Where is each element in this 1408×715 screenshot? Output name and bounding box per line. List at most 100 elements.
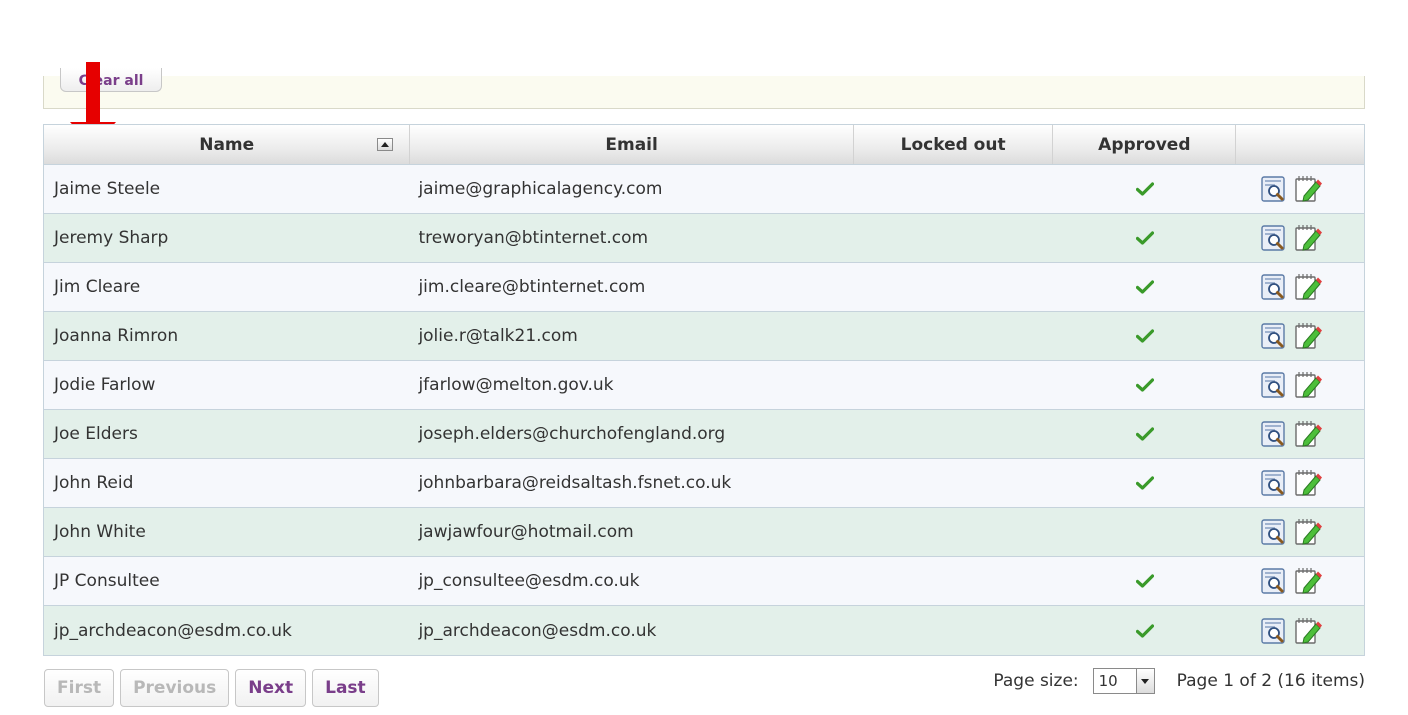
column-header-locked-out-label: Locked out [900, 134, 1006, 155]
check-icon [1135, 182, 1154, 196]
cell-name: JP Consultee [54, 571, 160, 591]
view-details-icon[interactable] [1260, 174, 1288, 204]
last-page-button[interactable]: Last [312, 669, 379, 707]
view-details-icon[interactable] [1260, 566, 1288, 596]
cell-actions [1236, 557, 1364, 605]
column-header-email-label: Email [605, 134, 658, 155]
cell-email: jim.cleare@btinternet.com [418, 277, 646, 297]
column-header-approved[interactable]: Approved [1053, 125, 1237, 164]
cell-actions [1236, 263, 1364, 311]
cell-email: johnbarbara@reidsaltash.fsnet.co.uk [418, 473, 732, 493]
edit-icon[interactable] [1294, 616, 1323, 646]
cell-locked-out [854, 312, 1054, 360]
cell-approved [1053, 508, 1236, 556]
view-details-icon[interactable] [1260, 370, 1288, 400]
cell-actions [1236, 361, 1364, 409]
table-row[interactable]: Joe Elders joseph.elders@churchofengland.… [44, 410, 1364, 459]
column-header-actions [1236, 125, 1364, 164]
cell-approved [1053, 557, 1236, 605]
column-header-name[interactable]: Name [44, 125, 411, 164]
cell-locked-out [854, 214, 1054, 262]
users-grid: Name Email Locked out Approved Jaime Ste… [43, 124, 1365, 656]
cell-email: jaime@graphicalagency.com [418, 179, 663, 199]
column-header-email[interactable]: Email [410, 125, 854, 164]
table-row[interactable]: Joanna Rimron jolie.r@talk21.com [44, 312, 1364, 361]
cell-email: treworyan@btinternet.com [418, 228, 649, 248]
cell-actions [1236, 459, 1364, 507]
edit-icon[interactable] [1294, 321, 1323, 351]
next-page-button[interactable]: Next [235, 669, 307, 707]
check-icon [1135, 378, 1154, 392]
cell-actions [1236, 312, 1364, 360]
table-row[interactable]: jp_archdeacon@esdm.co.uk jp_archdeacon@es… [44, 606, 1364, 655]
cell-email: jfarlow@melton.gov.uk [418, 375, 614, 395]
cell-locked-out [854, 557, 1054, 605]
page-size-value: 10 [1098, 672, 1118, 690]
page-info: Page 1 of 2 (16 items) [1176, 671, 1365, 691]
table-row[interactable]: John White jawjawfour@hotmail.com [44, 508, 1364, 557]
chevron-down-icon[interactable] [1135, 669, 1154, 693]
table-row[interactable]: Jeremy Sharp treworyan@btinternet.com [44, 214, 1364, 263]
view-details-icon[interactable] [1260, 321, 1288, 351]
edit-icon[interactable] [1294, 419, 1323, 449]
cell-approved [1053, 214, 1236, 262]
edit-icon[interactable] [1294, 370, 1323, 400]
cell-name: John Reid [54, 473, 134, 493]
cell-actions [1236, 410, 1364, 458]
edit-icon[interactable] [1294, 517, 1323, 547]
view-details-icon[interactable] [1260, 468, 1288, 498]
cell-locked-out [854, 165, 1054, 213]
column-header-approved-label: Approved [1098, 134, 1191, 155]
cell-name: Joanna Rimron [54, 326, 179, 346]
cell-email: jawjawfour@hotmail.com [418, 522, 634, 542]
check-icon [1135, 231, 1154, 245]
edit-icon[interactable] [1294, 468, 1323, 498]
edit-icon[interactable] [1294, 566, 1323, 596]
table-row[interactable]: Jodie Farlow jfarlow@melton.gov.uk [44, 361, 1364, 410]
cell-name: Jim Cleare [54, 277, 141, 297]
cell-email: jolie.r@talk21.com [418, 326, 578, 346]
cell-approved [1053, 263, 1236, 311]
cell-approved [1053, 361, 1236, 409]
check-icon [1135, 427, 1154, 441]
table-row[interactable]: Jim Cleare jim.cleare@btinternet.com [44, 263, 1364, 312]
page-size-label: Page size: [993, 671, 1079, 691]
check-icon [1135, 623, 1154, 638]
cell-name: John White [54, 522, 146, 542]
check-icon [1135, 574, 1154, 588]
edit-icon[interactable] [1294, 223, 1323, 253]
view-details-icon[interactable] [1260, 517, 1288, 547]
column-header-locked-out[interactable]: Locked out [854, 125, 1054, 164]
previous-page-button[interactable]: Previous [120, 669, 230, 707]
edit-icon[interactable] [1294, 174, 1323, 204]
cell-actions [1236, 214, 1364, 262]
cell-approved [1053, 410, 1236, 458]
page-size-select[interactable]: 10 [1092, 668, 1155, 694]
cell-name: Jaime Steele [54, 179, 161, 199]
first-page-button[interactable]: First [44, 669, 115, 707]
view-details-icon[interactable] [1260, 616, 1288, 646]
cell-locked-out [854, 410, 1054, 458]
check-icon [1135, 280, 1154, 294]
cell-locked-out [854, 606, 1054, 655]
sort-ascending-icon[interactable] [377, 138, 394, 151]
edit-icon[interactable] [1294, 272, 1323, 302]
grid-header: Name Email Locked out Approved [44, 125, 1364, 165]
view-details-icon[interactable] [1260, 272, 1288, 302]
view-details-icon[interactable] [1260, 223, 1288, 253]
view-details-icon[interactable] [1260, 419, 1288, 449]
table-row[interactable]: John Reid johnbarbara@reidsaltash.fsnet.c… [44, 459, 1364, 508]
cell-approved [1053, 312, 1236, 360]
table-row[interactable]: Jaime Steele jaime@graphicalagency.com [44, 165, 1364, 214]
cell-locked-out [854, 508, 1054, 556]
cell-locked-out [854, 459, 1054, 507]
cell-actions [1236, 165, 1364, 213]
cell-locked-out [854, 361, 1054, 409]
cell-name: Jodie Farlow [54, 375, 156, 395]
grid-body: Jaime Steele jaime@graphicalagency.com Jer… [44, 165, 1364, 655]
table-row[interactable]: JP Consultee jp_consultee@esdm.co.uk [44, 557, 1364, 606]
cell-approved [1053, 606, 1236, 655]
cell-approved [1053, 165, 1236, 213]
filter-panel: Clear all [43, 68, 1365, 109]
pager: First Previous Next Last [44, 669, 379, 707]
